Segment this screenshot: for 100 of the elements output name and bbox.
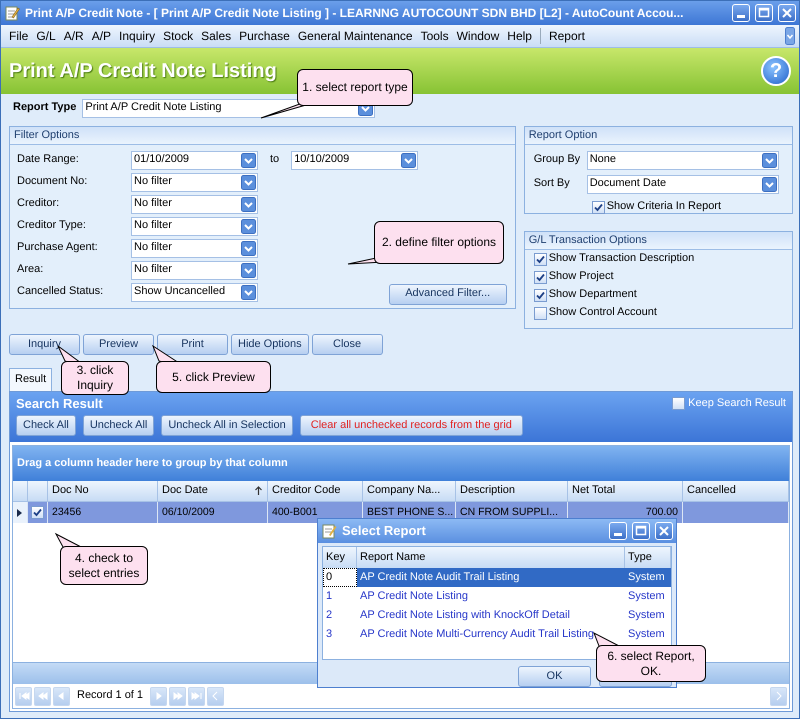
checkbox-label: Show Transaction Description bbox=[548, 252, 694, 266]
chevron-down-icon bbox=[241, 174, 256, 190]
close-button[interactable] bbox=[655, 522, 673, 540]
column-header[interactable]: Net Total bbox=[568, 481, 683, 502]
column-header[interactable]: Doc Date bbox=[158, 481, 268, 502]
table-cell: System bbox=[628, 590, 665, 604]
menu-item[interactable]: A/R bbox=[60, 28, 88, 44]
group-by-panel: Drag a column header here to group by that column bbox=[13, 446, 789, 481]
table-cell: 1 bbox=[326, 590, 332, 604]
menu-item[interactable]: Report bbox=[544, 28, 589, 44]
action-button[interactable]: Hide Options bbox=[231, 334, 309, 355]
window-title: Print A/P Credit Note - [ Print A/P Credit Note Listing ] - LEARNNG AUTOCOUNT SDN BHD [L2] - AutoCount Accou... bbox=[25, 6, 684, 20]
action-button[interactable]: Close bbox=[312, 334, 383, 355]
menu-item[interactable]: Help bbox=[503, 28, 536, 44]
column-header: Type bbox=[628, 550, 652, 564]
checkbox-label: Show Criteria In Report bbox=[606, 200, 722, 214]
group-title: G/L Transaction Options bbox=[524, 232, 792, 250]
first-icon bbox=[18, 691, 30, 701]
field-label: Sort By bbox=[532, 177, 571, 191]
checkbox[interactable] bbox=[534, 252, 547, 266]
app-icon bbox=[4, 5, 20, 21]
field-label: Cancelled Status: bbox=[16, 285, 104, 299]
menu-item[interactable]: Inquiry bbox=[115, 28, 160, 44]
rewind-icon bbox=[36, 691, 48, 701]
menu-item[interactable]: G/L bbox=[32, 28, 60, 44]
dropdown[interactable]: Document Date bbox=[586, 174, 779, 194]
grid-action-button[interactable]: Clear all unchecked records from the grid bbox=[300, 414, 523, 436]
sort-arrow-icon bbox=[254, 486, 263, 496]
dropdown[interactable]: Show Uncancelled bbox=[131, 282, 258, 302]
checkbox-label: Show Department bbox=[548, 288, 637, 302]
menu-item[interactable]: File bbox=[5, 28, 32, 44]
page-title: Print A/P Credit Note Listing bbox=[9, 59, 277, 83]
close-icon bbox=[780, 6, 794, 20]
menu-item[interactable]: A/P bbox=[88, 28, 116, 44]
field-label: Creditor: bbox=[16, 197, 60, 211]
close-button[interactable] bbox=[778, 4, 796, 22]
dialog-title: Select Report bbox=[342, 523, 427, 539]
column-header[interactable]: Description bbox=[456, 481, 568, 502]
maximize-button[interactable] bbox=[755, 4, 773, 22]
checkbox[interactable] bbox=[534, 306, 547, 320]
table-cell: AP Credit Note Multi-Currency Audit Trail Listing bbox=[360, 628, 594, 642]
column-header[interactable]: Creditor Code bbox=[268, 481, 363, 502]
dropdown[interactable]: No filter bbox=[131, 216, 258, 236]
table-cell: AP Credit Note Listing bbox=[360, 590, 468, 604]
menu-item[interactable]: Stock bbox=[159, 28, 198, 44]
maximize-button[interactable] bbox=[632, 522, 650, 540]
grid-action-button[interactable]: Uncheck All in Selection bbox=[161, 414, 293, 436]
column-header[interactable]: Cancelled bbox=[683, 481, 789, 502]
minimize-button[interactable] bbox=[609, 522, 627, 540]
column-header[interactable]: Company Na... bbox=[363, 481, 456, 502]
menu-item[interactable]: Tools bbox=[416, 28, 453, 44]
checkbox[interactable] bbox=[672, 397, 686, 410]
checkbox-label: Show Control Account bbox=[548, 306, 657, 320]
minimize-icon bbox=[737, 15, 745, 18]
table-cell: System bbox=[628, 628, 665, 642]
table-cell: 3 bbox=[326, 628, 332, 642]
checkbox[interactable] bbox=[31, 506, 44, 519]
chevron-down-icon bbox=[241, 262, 256, 278]
table-cell: 06/10/2009 bbox=[158, 502, 268, 523]
action-button[interactable]: Preview bbox=[83, 334, 154, 355]
field-label: Document No: bbox=[16, 175, 88, 189]
grid-action-button[interactable]: Check All bbox=[16, 414, 76, 436]
minimize-button[interactable] bbox=[732, 4, 750, 22]
dropdown[interactable]: 10/10/2009 bbox=[291, 150, 418, 170]
table-cell: 2 bbox=[326, 608, 332, 622]
checkbox[interactable] bbox=[534, 288, 547, 302]
checkbox-label: Show Project bbox=[548, 270, 614, 284]
action-button[interactable]: Inquiry bbox=[9, 334, 80, 355]
action-button[interactable]: Print bbox=[157, 334, 228, 355]
chevron-down-icon bbox=[241, 218, 256, 234]
field-label: Purchase Agent: bbox=[16, 241, 99, 255]
dropdown[interactable]: None bbox=[586, 150, 779, 170]
dropdown[interactable]: 01/10/2009 bbox=[131, 150, 258, 170]
menu-item[interactable]: Sales bbox=[197, 28, 236, 44]
menu-item[interactable]: Window bbox=[452, 28, 504, 44]
column-header: Key bbox=[326, 550, 345, 564]
field-label: Area: bbox=[16, 263, 44, 277]
grid-action-button[interactable]: Uncheck All bbox=[82, 414, 154, 436]
ok-button[interactable]: OK bbox=[518, 666, 591, 687]
dropdown[interactable]: No filter bbox=[131, 172, 258, 192]
menu-item[interactable]: General Maintenance bbox=[294, 28, 417, 44]
field-label: to bbox=[270, 153, 280, 167]
panel-title: Search Result bbox=[16, 396, 103, 412]
group-title: Filter Options bbox=[10, 127, 515, 145]
chevron-down-icon bbox=[785, 27, 795, 45]
advanced-filter-button[interactable]: Advanced Filter... bbox=[388, 284, 507, 304]
dropdown[interactable]: No filter bbox=[131, 238, 258, 258]
close-icon bbox=[657, 524, 671, 538]
dropdown[interactable]: No filter bbox=[131, 260, 258, 280]
checkbox[interactable] bbox=[592, 200, 605, 214]
checkbox[interactable] bbox=[534, 270, 547, 284]
dropdown[interactable]: No filter bbox=[131, 194, 258, 214]
field-label: Creditor Type: bbox=[16, 219, 87, 233]
menu-item[interactable]: Purchase bbox=[235, 28, 294, 44]
column-header[interactable]: Doc No bbox=[48, 481, 158, 502]
field-label: Report Type bbox=[13, 101, 76, 115]
table-cell: 23456 bbox=[48, 502, 158, 523]
tab[interactable]: Result bbox=[9, 368, 52, 391]
chevron-down-icon bbox=[241, 240, 256, 256]
chevron-down-icon bbox=[762, 152, 777, 168]
